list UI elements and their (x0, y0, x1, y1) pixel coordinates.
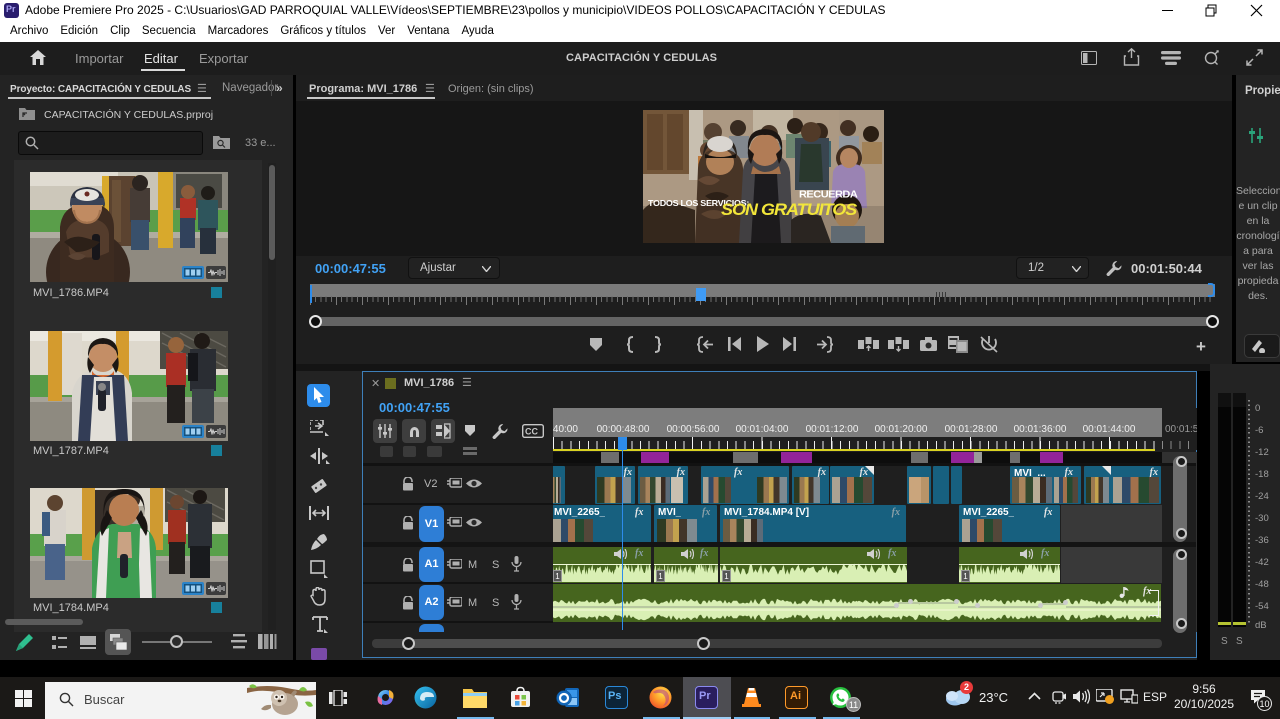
svg-text:RECUERDA: RECUERDA (799, 189, 858, 201)
svg-text:SON GRATUITOS: SON GRATUITOS (721, 200, 858, 219)
svg-text:CC: CC (525, 427, 538, 437)
